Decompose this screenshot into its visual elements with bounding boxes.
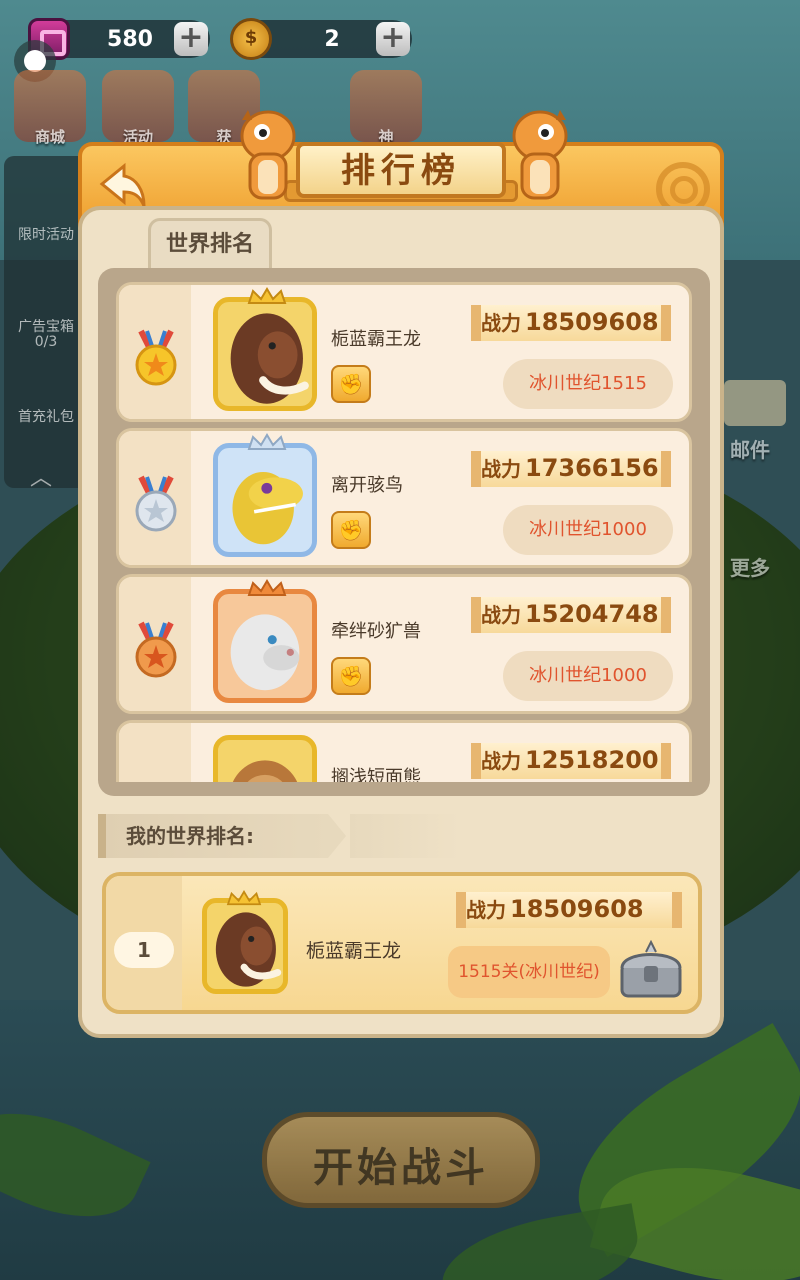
silver-crown-icon bbox=[247, 433, 287, 451]
add-coins-button[interactable]: + bbox=[376, 22, 410, 56]
chevron-up-icon[interactable]: ︿ bbox=[30, 460, 52, 492]
my-rank-card: 1 栀蓝霸王龙 战力 18509608 1515关(冰川世纪) bbox=[102, 872, 702, 1014]
shop-label: 商城 bbox=[34, 128, 65, 146]
player-avatar[interactable] bbox=[213, 735, 317, 782]
power-text: 战力 17366156 bbox=[481, 453, 659, 482]
player-name: 栀蓝霸王龙 bbox=[331, 329, 421, 350]
dino-mascot-left bbox=[222, 102, 306, 202]
gem-counter: 580 + bbox=[28, 18, 210, 60]
coin-value: 2 bbox=[324, 26, 340, 52]
my-avatar[interactable] bbox=[202, 898, 288, 994]
power-text: 战力 18509608 bbox=[481, 307, 659, 336]
power-badge: 战力 15204748 bbox=[457, 595, 687, 635]
ranking-row[interactable]: 离开骇鸟 ✊ 战力 17366156 冰川世纪1000 bbox=[116, 428, 692, 568]
gold-medal-icon bbox=[131, 329, 181, 387]
gold-crown-icon bbox=[247, 287, 287, 305]
gold-crown-icon bbox=[226, 890, 262, 906]
leaderboard-dialog: 排行榜 世界排名 栀蓝霸王龙 ✊ 战力 18509608 冰川世纪1515 离开… bbox=[78, 110, 724, 1038]
start-battle-label: 开始战斗 bbox=[313, 1145, 489, 1191]
challenge-fist-button[interactable]: ✊ bbox=[331, 365, 371, 403]
start-battle-button[interactable]: 开始战斗 bbox=[262, 1112, 540, 1208]
power-label: 战力 bbox=[481, 311, 521, 335]
add-gems-button[interactable]: + bbox=[174, 22, 208, 56]
power-label: 战力 bbox=[481, 749, 521, 773]
power-text: 战力 12518200 bbox=[481, 745, 659, 774]
stage-progress: 冰川世纪1515 bbox=[503, 359, 673, 409]
power-value: 18509608 bbox=[525, 308, 659, 336]
bronze-crown-icon bbox=[247, 579, 287, 597]
my-rank-number: 1 bbox=[114, 932, 174, 968]
power-label: 战力 bbox=[481, 603, 521, 627]
my-rank-header-tail bbox=[350, 814, 460, 858]
rank-strip bbox=[119, 723, 191, 782]
dino-mascot-right bbox=[502, 102, 586, 202]
player-avatar[interactable] bbox=[213, 443, 317, 557]
stage-progress: 冰川世纪1000 bbox=[503, 505, 673, 555]
side-item-ad-chest-count: 0/3 bbox=[34, 334, 58, 350]
stage-progress: 冰川世纪1000 bbox=[503, 651, 673, 701]
power-text: 战力 15204748 bbox=[481, 599, 659, 628]
ranking-list[interactable]: 栀蓝霸王龙 ✊ 战力 18509608 冰川世纪1515 离开骇鸟 ✊ 战力 1… bbox=[116, 282, 692, 782]
treasure-chest-icon[interactable] bbox=[616, 939, 686, 1000]
my-power-value: 18509608 bbox=[510, 895, 644, 923]
power-badge: 战力 17366156 bbox=[457, 449, 687, 489]
silver-medal-icon bbox=[131, 475, 181, 533]
challenge-fist-button[interactable]: ✊ bbox=[331, 511, 371, 549]
bronze-medal-icon bbox=[131, 621, 181, 679]
side-item-first-recharge[interactable]: 首充礼包 bbox=[4, 406, 88, 426]
dialog-title: 排行榜 bbox=[341, 151, 461, 191]
coin-icon bbox=[230, 18, 272, 60]
player-avatar[interactable] bbox=[213, 589, 317, 703]
player-name: 离开骇鸟 bbox=[331, 475, 403, 496]
side-item-limited-event[interactable]: 限时活动 bbox=[4, 224, 88, 244]
power-badge: 战力 12518200 bbox=[457, 741, 687, 781]
my-rank-header-arrow bbox=[328, 814, 346, 858]
more-label: 更多 bbox=[730, 556, 770, 580]
ranking-row[interactable]: 牵绊砂犷兽 ✊ 战力 15204748 冰川世纪1000 bbox=[116, 574, 692, 714]
power-value: 15204748 bbox=[525, 600, 659, 628]
coin-counter: 2 + bbox=[230, 18, 412, 60]
my-rank-title: 我的世界排名: bbox=[126, 824, 254, 848]
my-stage-progress: 1515关(冰川世纪) bbox=[448, 946, 610, 998]
player-avatar[interactable] bbox=[213, 297, 317, 411]
side-panel: 限时活动 广告宝箱 0/3 首充礼包 bbox=[4, 156, 88, 488]
power-label: 战力 bbox=[481, 457, 521, 481]
dialog-body: 世界排名 栀蓝霸王龙 ✊ 战力 18509608 冰川世纪1515 离开骇鸟 ✊… bbox=[78, 206, 724, 1038]
power-text: 战力 18509608 bbox=[466, 894, 644, 923]
ranking-list-frame: 栀蓝霸王龙 ✊ 战力 18509608 冰川世纪1515 离开骇鸟 ✊ 战力 1… bbox=[98, 268, 710, 796]
ranking-row[interactable]: 搁浅短面熊 战力 12518200 bbox=[116, 720, 692, 782]
side-item-ad-chest[interactable]: 广告宝箱 bbox=[4, 316, 88, 336]
player-name: 牵绊砂犷兽 bbox=[331, 621, 421, 642]
power-badge: 战力 18509608 bbox=[457, 303, 687, 343]
top-menu-icons: 商城 活动 获 神 bbox=[10, 70, 430, 150]
tab-world-ranking[interactable]: 世界排名 bbox=[148, 218, 272, 270]
ranking-row[interactable]: 栀蓝霸王龙 ✊ 战力 18509608 冰川世纪1515 bbox=[116, 282, 692, 422]
challenge-fist-button[interactable]: ✊ bbox=[331, 657, 371, 695]
player-name: 搁浅短面熊 bbox=[331, 767, 421, 782]
mail-icon[interactable] bbox=[724, 380, 786, 426]
power-value: 17366156 bbox=[525, 454, 659, 482]
my-power-badge: 战力 18509608 bbox=[442, 890, 692, 930]
gem-value: 580 bbox=[107, 26, 153, 52]
my-name: 栀蓝霸王龙 bbox=[306, 940, 402, 962]
mail-label: 邮件 bbox=[730, 438, 770, 462]
power-label: 战力 bbox=[466, 898, 506, 922]
power-value: 12518200 bbox=[525, 746, 659, 774]
